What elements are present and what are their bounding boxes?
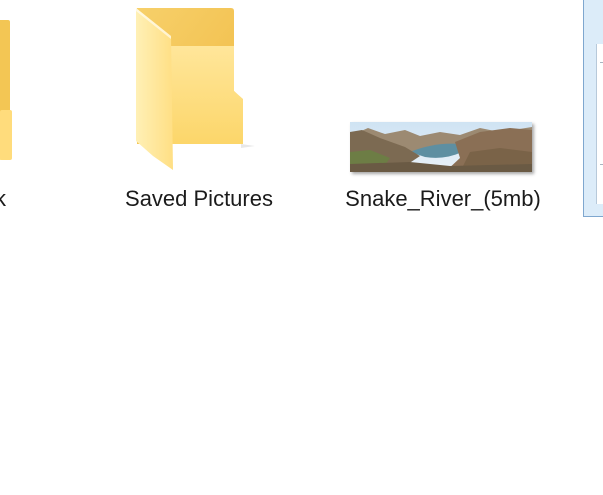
window-content bbox=[596, 44, 603, 204]
image-thumbnail bbox=[350, 122, 532, 172]
desktop-item-label: Saved Pictures bbox=[125, 186, 273, 211]
desktop-item-label: k bbox=[0, 186, 6, 211]
folder-icon bbox=[136, 8, 255, 170]
partial-window[interactable] bbox=[583, 0, 603, 217]
desktop-item-label: Snake_River_(5mb) bbox=[345, 186, 541, 211]
desktop-area: k Saved Pictures Snake_River_(5mb) bbox=[0, 0, 603, 495]
folder-icon bbox=[0, 20, 12, 160]
